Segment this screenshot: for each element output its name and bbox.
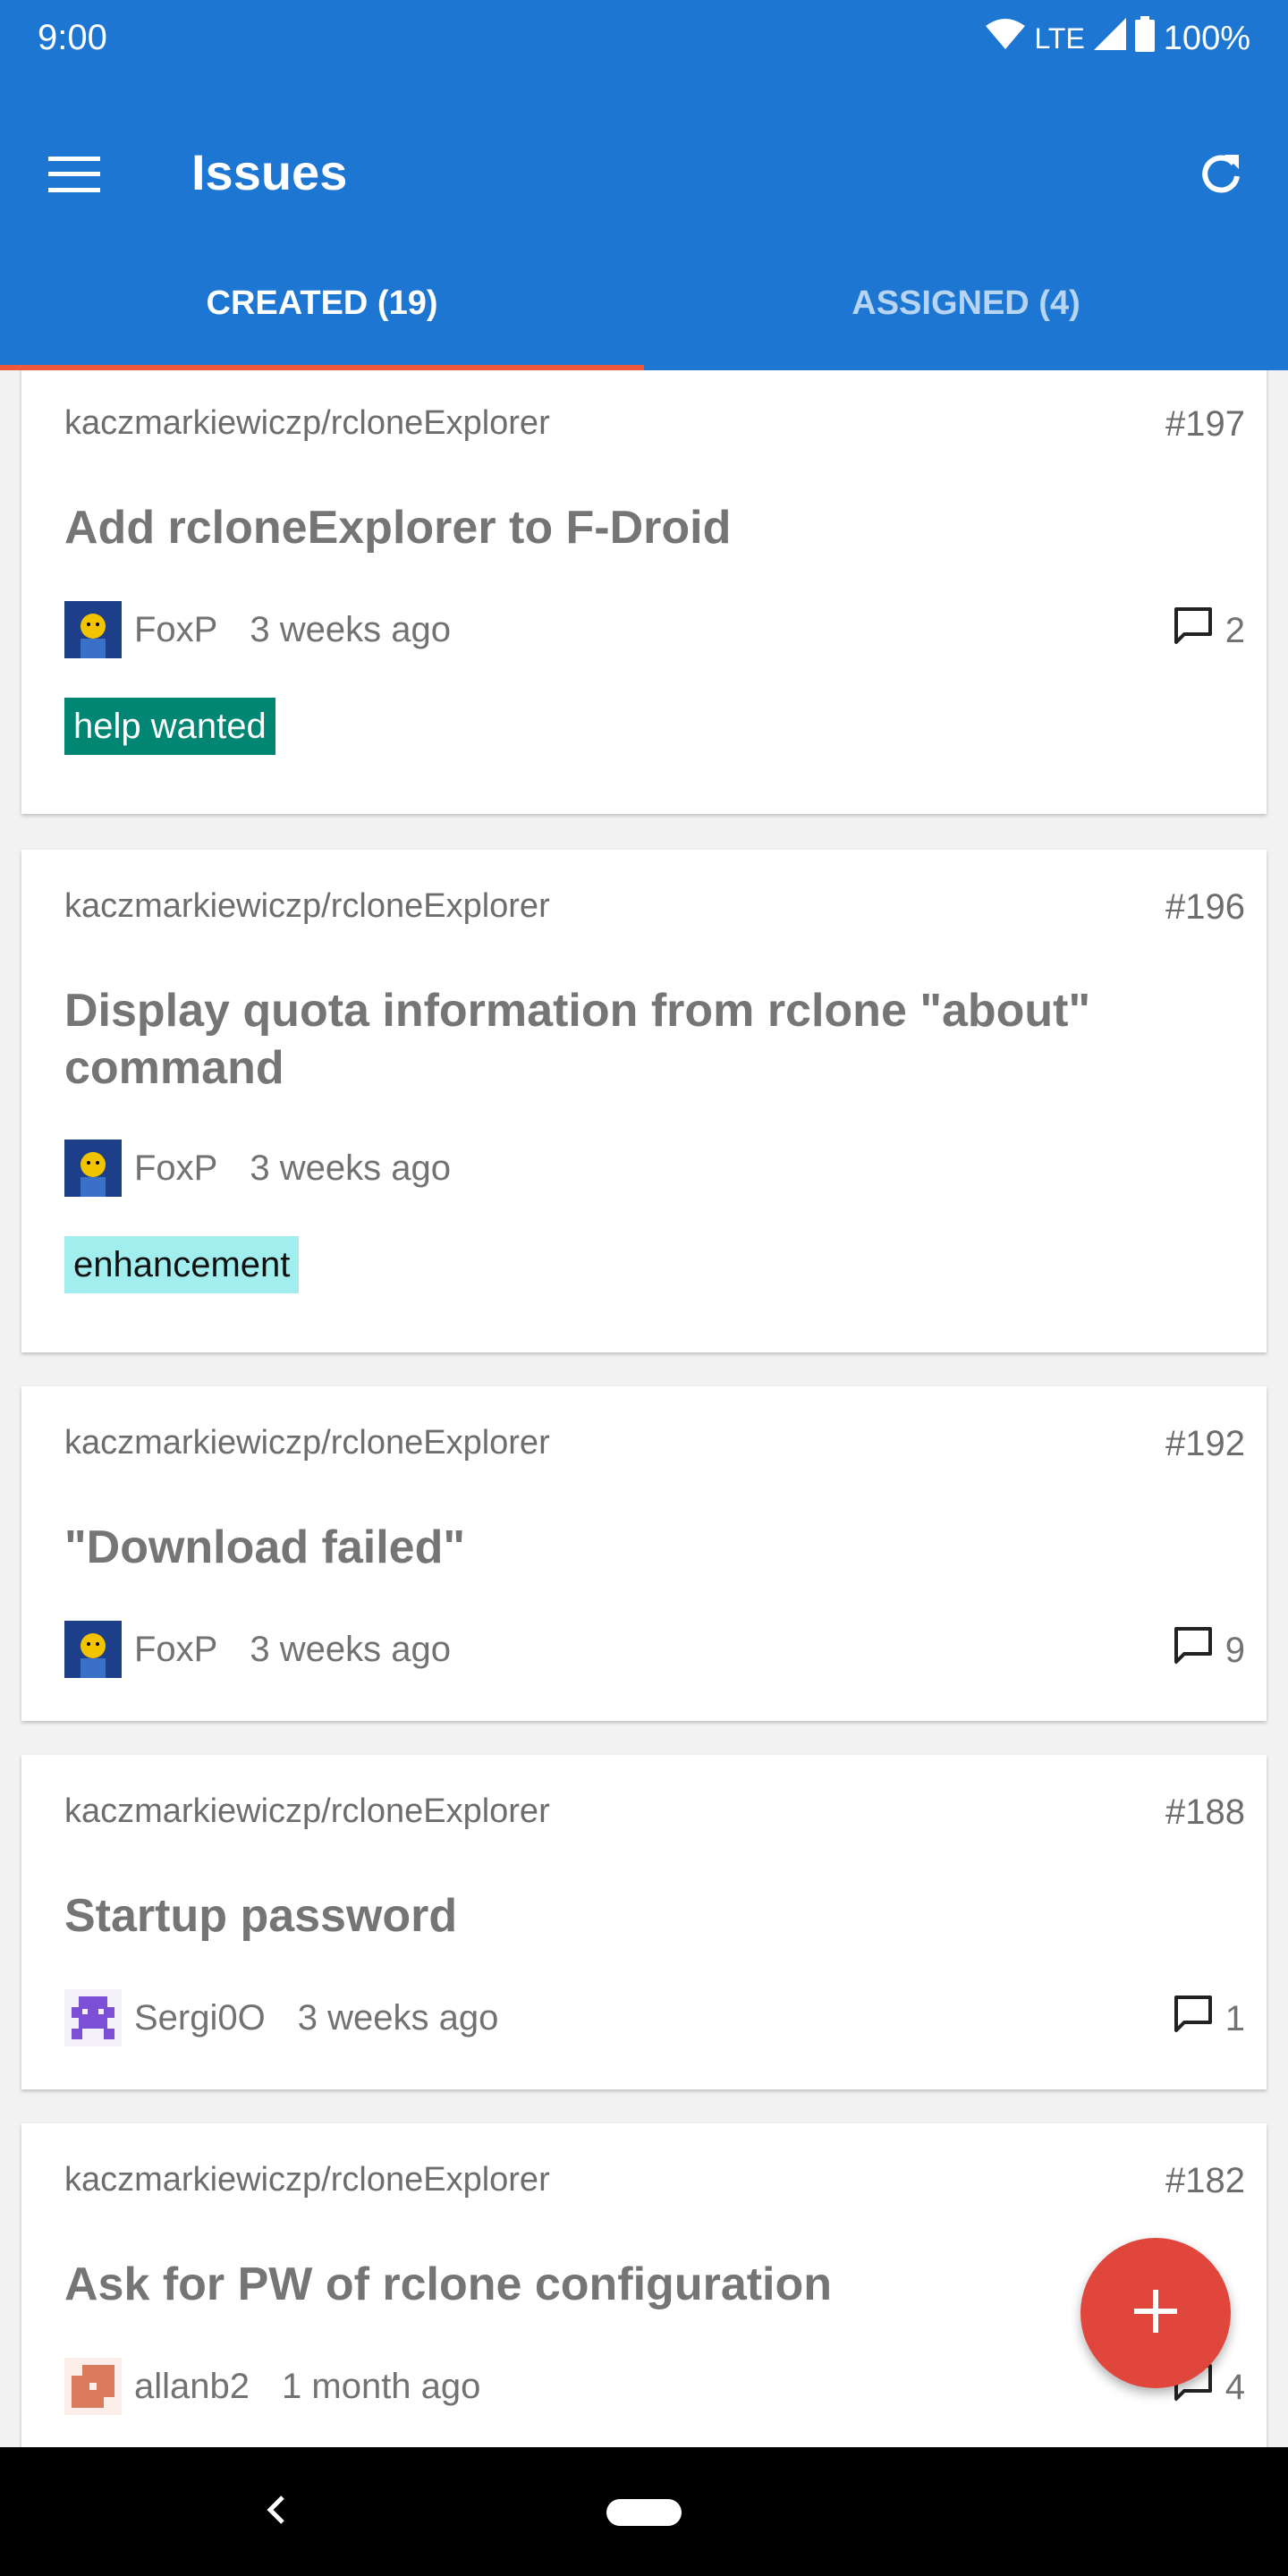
issue-time: 1 month ago: [282, 2366, 481, 2406]
battery-icon: [1134, 16, 1155, 61]
issue-meta: FoxP 3 weeks ago: [64, 1621, 451, 1678]
issue-number: #188: [1165, 1792, 1245, 1832]
avatar[interactable]: [64, 1621, 122, 1678]
tab-assigned-label: ASSIGNED (4): [852, 284, 1080, 322]
comment-count: 2: [1174, 606, 1245, 655]
app-bar: Issues CREATED (19) ASSIGNED (4): [0, 75, 1288, 370]
comment-count: 9: [1174, 1626, 1245, 1674]
comment-count-value: 1: [1224, 1998, 1245, 2038]
status-icons: LTE 100%: [986, 16, 1250, 61]
add-issue-button[interactable]: [1080, 2238, 1231, 2388]
home-button[interactable]: [606, 2499, 682, 2526]
issue-meta: allanb2 1 month ago: [64, 2358, 480, 2415]
battery-level: 100%: [1163, 19, 1250, 57]
menu-icon: [48, 156, 100, 197]
add-icon: [1134, 2289, 1177, 2337]
issue-title: "Download failed": [64, 1521, 465, 1573]
wifi-icon: [986, 19, 1026, 58]
issue-title: Startup password: [64, 1890, 458, 1942]
issue-card[interactable]: kaczmarkiewiczp/rcloneExplorer #182 Ask …: [21, 2123, 1267, 2447]
issue-repo: kaczmarkiewiczp/rcloneExplorer: [64, 1792, 550, 1830]
issue-title: Ask for PW of rclone configuration: [64, 2258, 833, 2310]
issue-label[interactable]: help wanted: [64, 698, 275, 755]
issue-number: #197: [1165, 404, 1245, 444]
issue-author[interactable]: FoxP: [134, 1630, 217, 1670]
tab-assigned[interactable]: ASSIGNED (4): [644, 236, 1288, 370]
issue-meta: FoxP 3 weeks ago: [64, 1140, 451, 1197]
menu-button[interactable]: [36, 138, 113, 215]
issue-author[interactable]: FoxP: [134, 610, 217, 650]
avatar[interactable]: [64, 1989, 122, 2046]
issue-number: #196: [1165, 887, 1245, 927]
comment-count-value: 2: [1224, 610, 1245, 650]
comment-count: 1: [1174, 1995, 1245, 2043]
issue-author[interactable]: Sergi0O: [134, 1998, 266, 2038]
issue-repo: kaczmarkiewiczp/rcloneExplorer: [64, 2161, 550, 2199]
issue-time: 3 weeks ago: [250, 1629, 451, 1669]
status-time: 9:00: [38, 18, 107, 57]
refresh-button[interactable]: [1182, 138, 1259, 215]
comment-count-value: 9: [1224, 1630, 1245, 1670]
issue-time: 3 weeks ago: [297, 1997, 499, 2038]
issue-meta: Sergi0O 3 weeks ago: [64, 1989, 498, 2046]
issue-list[interactable]: kaczmarkiewiczp/rcloneExplorer #197 Add …: [0, 370, 1288, 2447]
issue-repo: kaczmarkiewiczp/rcloneExplorer: [64, 404, 550, 442]
page-title: Issues: [191, 144, 348, 200]
issue-author[interactable]: allanb2: [134, 2367, 250, 2407]
comment-icon: [1174, 606, 1213, 655]
issue-number: #182: [1165, 2161, 1245, 2200]
tab-created[interactable]: CREATED (19): [0, 236, 644, 370]
comment-icon: [1174, 1995, 1213, 2043]
refresh-icon: [1198, 151, 1244, 202]
comment-icon: [1174, 1626, 1213, 1674]
issue-time: 3 weeks ago: [250, 1148, 451, 1188]
comment-count-value: 4: [1224, 2367, 1245, 2407]
back-button[interactable]: [250, 2487, 301, 2537]
back-icon: [263, 2494, 288, 2530]
issue-title: Add rcloneExplorer to F-Droid: [64, 502, 732, 554]
issue-label[interactable]: enhancement: [64, 1236, 300, 1293]
avatar[interactable]: [64, 601, 122, 658]
issue-meta: FoxP 3 weeks ago: [64, 601, 451, 658]
issue-card[interactable]: kaczmarkiewiczp/rcloneExplorer #197 Add …: [21, 370, 1267, 814]
system-nav-bar: [0, 2447, 1288, 2576]
issue-title: Display quota information from rclone "a…: [64, 985, 1091, 1094]
issue-number: #192: [1165, 1424, 1245, 1463]
network-type: LTE: [1034, 21, 1085, 55]
issue-author[interactable]: FoxP: [134, 1148, 217, 1189]
issue-repo: kaczmarkiewiczp/rcloneExplorer: [64, 1424, 550, 1462]
issue-repo: kaczmarkiewiczp/rcloneExplorer: [64, 887, 550, 925]
signal-icon: [1093, 18, 1126, 59]
tab-created-label: CREATED (19): [206, 284, 438, 322]
tab-bar: CREATED (19) ASSIGNED (4): [0, 236, 1288, 370]
issue-time: 3 weeks ago: [250, 609, 451, 649]
avatar[interactable]: [64, 1140, 122, 1197]
avatar[interactable]: [64, 2358, 122, 2415]
status-bar: 9:00 LTE 100%: [0, 0, 1288, 75]
issue-card[interactable]: kaczmarkiewiczp/rcloneExplorer #196 Disp…: [21, 850, 1267, 1352]
issue-card[interactable]: kaczmarkiewiczp/rcloneExplorer #192 "Dow…: [21, 1386, 1267, 1721]
issue-card[interactable]: kaczmarkiewiczp/rcloneExplorer #188 Star…: [21, 1755, 1267, 2089]
